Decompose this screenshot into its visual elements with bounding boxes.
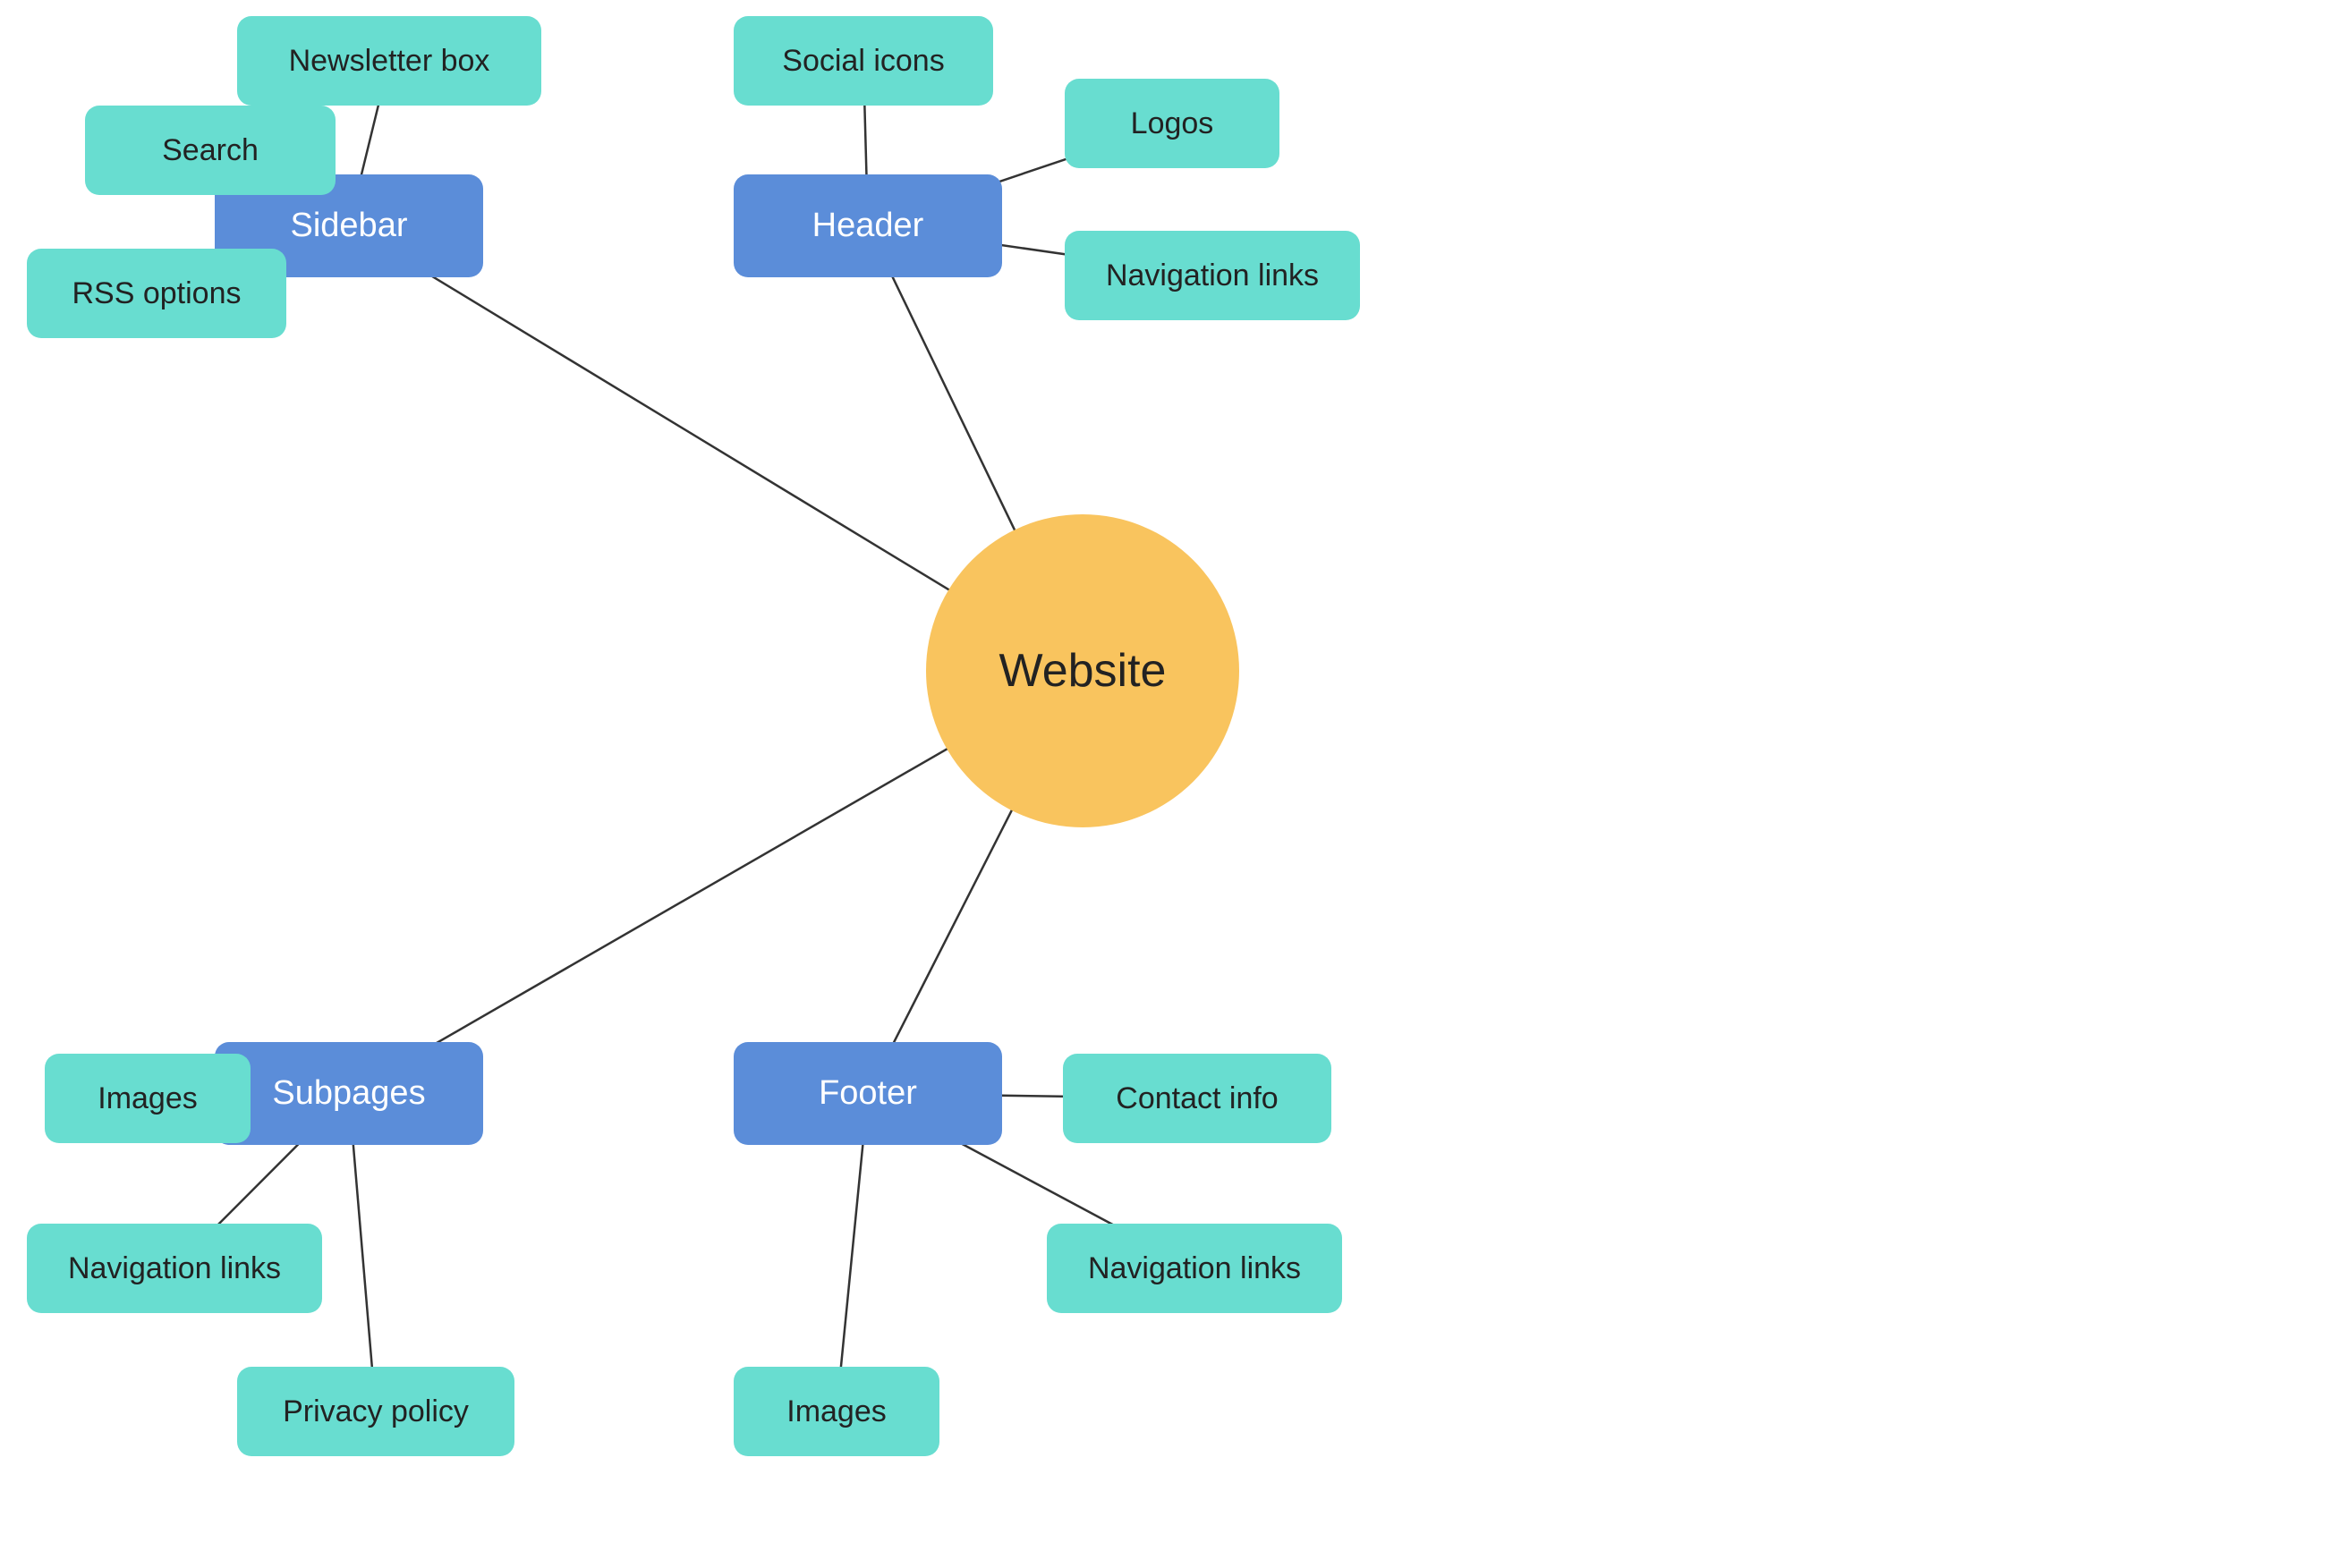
mind-map-diagram: Website Sidebar Header Subpages Footer S… bbox=[0, 0, 2337, 1568]
contact-label: Contact info bbox=[1116, 1081, 1278, 1116]
footer-label: Footer bbox=[819, 1074, 917, 1113]
rss-node: RSS options bbox=[27, 249, 286, 338]
social-label: Social icons bbox=[782, 44, 944, 79]
newsletter-node: Newsletter box bbox=[237, 16, 541, 106]
images-footer-label: Images bbox=[786, 1394, 887, 1429]
footer-node: Footer bbox=[734, 1042, 1002, 1145]
navlinks-footer-label: Navigation links bbox=[1088, 1251, 1301, 1286]
header-node: Header bbox=[734, 174, 1002, 277]
sidebar-label: Sidebar bbox=[291, 207, 408, 245]
navlinks-sub-node: Navigation links bbox=[27, 1224, 322, 1313]
navlinks-header-node: Navigation links bbox=[1065, 231, 1360, 320]
logos-node: Logos bbox=[1065, 79, 1279, 168]
navlinks-header-label: Navigation links bbox=[1106, 259, 1319, 293]
social-node: Social icons bbox=[734, 16, 993, 106]
center-node: Website bbox=[926, 514, 1239, 827]
images-footer-node: Images bbox=[734, 1367, 939, 1456]
contact-node: Contact info bbox=[1063, 1054, 1331, 1143]
images-sub-label: Images bbox=[98, 1081, 198, 1116]
images-sub-node: Images bbox=[45, 1054, 251, 1143]
subpages-label: Subpages bbox=[272, 1074, 425, 1113]
header-label: Header bbox=[812, 207, 924, 245]
search-label: Search bbox=[162, 133, 259, 168]
privacy-node: Privacy policy bbox=[237, 1367, 514, 1456]
center-label: Website bbox=[999, 644, 1167, 698]
navlinks-footer-node: Navigation links bbox=[1047, 1224, 1342, 1313]
logos-label: Logos bbox=[1131, 106, 1214, 141]
subpages-node: Subpages bbox=[215, 1042, 483, 1145]
newsletter-label: Newsletter box bbox=[289, 44, 490, 79]
search-node: Search bbox=[85, 106, 336, 195]
navlinks-sub-label: Navigation links bbox=[68, 1251, 281, 1286]
rss-label: RSS options bbox=[72, 276, 242, 311]
privacy-label: Privacy policy bbox=[283, 1394, 469, 1429]
